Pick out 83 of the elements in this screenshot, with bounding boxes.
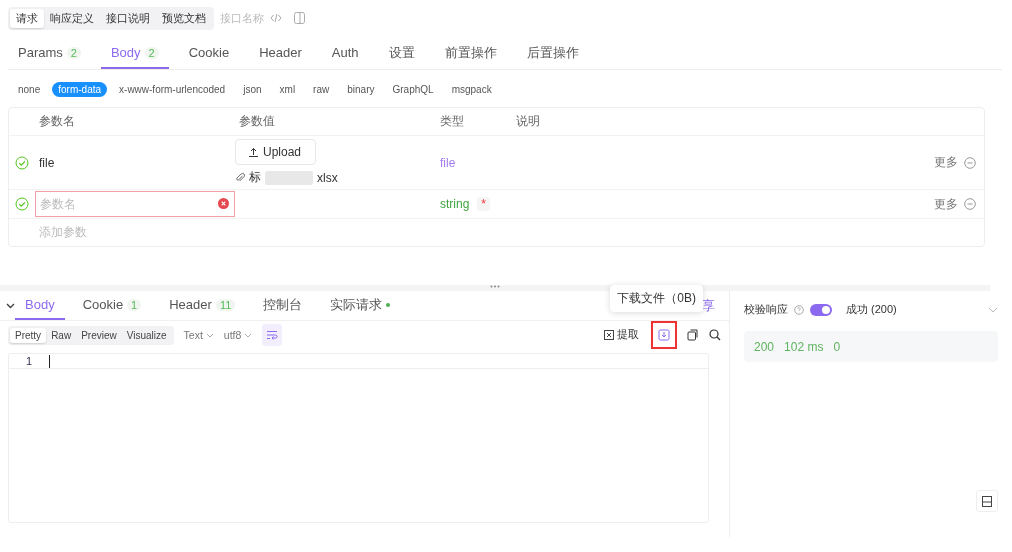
- format-dropdown[interactable]: Text: [183, 329, 214, 341]
- response-tab[interactable]: 实际请求: [320, 291, 401, 320]
- top-tab[interactable]: 接口说明: [100, 8, 156, 28]
- type-value: string: [440, 197, 470, 211]
- param-name: file: [39, 155, 56, 170]
- status-code: 200: [754, 339, 775, 354]
- validate-toggle[interactable]: [810, 303, 832, 316]
- clear-error-icon[interactable]: [218, 198, 229, 209]
- paperclip-icon: [235, 172, 245, 183]
- check-circle-icon[interactable]: [15, 197, 29, 211]
- top-tab[interactable]: 预览文档: [156, 8, 212, 28]
- request-tab[interactable]: 后置操作: [516, 38, 589, 69]
- param-name-field[interactable]: 参数名: [35, 191, 235, 217]
- response-size: 0: [833, 339, 841, 354]
- view-mode-tab[interactable]: Preview: [76, 327, 122, 343]
- remove-icon[interactable]: [964, 156, 976, 169]
- response-tab[interactable]: Cookie 1: [72, 291, 152, 320]
- dock-icon: [982, 495, 992, 507]
- check-circle-icon[interactable]: [15, 155, 29, 170]
- wrap-lines-icon: [266, 330, 279, 340]
- dock-button[interactable]: [976, 490, 998, 512]
- body-type-option[interactable]: none: [12, 81, 47, 97]
- count-badge: 2: [66, 46, 81, 59]
- remove-icon[interactable]: [964, 198, 976, 210]
- line-number: 1: [24, 355, 34, 367]
- more-link[interactable]: 更多: [934, 154, 958, 171]
- file-extension: xlsx: [317, 170, 338, 185]
- body-type-option[interactable]: binary: [341, 81, 381, 97]
- body-type-option[interactable]: msgpack: [445, 81, 498, 97]
- help-icon[interactable]: [794, 304, 804, 315]
- code-editor[interactable]: 1: [8, 353, 709, 523]
- upload-icon: [248, 146, 259, 158]
- body-type-option[interactable]: x-www-form-urlencoded: [113, 81, 232, 97]
- collapse-chevron-icon[interactable]: [6, 302, 15, 309]
- top-tab[interactable]: 响应定义: [44, 8, 100, 28]
- chevron-down-icon: [205, 332, 214, 338]
- column-header: 类型: [440, 113, 465, 130]
- copy-icon[interactable]: [687, 329, 699, 341]
- request-tab[interactable]: Params 2: [8, 38, 91, 69]
- request-tab[interactable]: 设置: [378, 38, 425, 69]
- chevron-down-icon: [244, 332, 253, 338]
- column-header: 说明: [516, 113, 541, 130]
- extract-icon: [604, 330, 614, 340]
- chevron-down-icon[interactable]: [988, 306, 998, 313]
- file-name: 标: [249, 169, 261, 186]
- more-link[interactable]: 更多: [934, 195, 958, 213]
- panel-icon[interactable]: [294, 12, 305, 24]
- request-tab[interactable]: Auth: [321, 38, 369, 69]
- share-link[interactable]: 享: [702, 296, 715, 315]
- count-badge: 1: [127, 298, 142, 311]
- code-icon[interactable]: [270, 13, 282, 23]
- response-tab[interactable]: Body: [15, 291, 65, 320]
- column-header: 参数名: [39, 113, 76, 130]
- request-tab[interactable]: Header: [249, 38, 312, 69]
- response-time: 102 ms: [784, 339, 824, 354]
- drag-handle-icon[interactable]: [490, 285, 500, 288]
- download-icon[interactable]: [658, 329, 670, 341]
- search-icon[interactable]: [709, 329, 721, 341]
- view-mode-tab[interactable]: Visualize: [121, 327, 172, 343]
- top-tab[interactable]: 请求: [10, 8, 44, 28]
- body-type-option[interactable]: json: [237, 81, 268, 97]
- count-badge: 11: [215, 298, 236, 311]
- required-mark: *: [477, 197, 490, 211]
- upload-button[interactable]: Upload: [235, 139, 316, 165]
- response-tab[interactable]: Header 11: [159, 291, 246, 320]
- encoding-dropdown[interactable]: utf8: [223, 329, 253, 341]
- body-type-option[interactable]: raw: [307, 81, 336, 97]
- count-badge: 2: [144, 46, 159, 59]
- request-tab[interactable]: Body 2: [100, 38, 169, 69]
- validate-label: 校验响应: [744, 302, 788, 317]
- column-header: 参数值: [239, 113, 276, 130]
- request-tab[interactable]: 前置操作: [434, 38, 507, 69]
- request-tab[interactable]: Cookie: [178, 38, 240, 69]
- extract-button[interactable]: 提取: [602, 326, 641, 344]
- validation-result: 成功 (200): [846, 302, 897, 317]
- type-value: file: [440, 155, 457, 170]
- body-type-option[interactable]: GraphQL: [386, 81, 440, 97]
- tooltip: 下载文件（0B): [610, 285, 703, 312]
- view-mode-tab[interactable]: Raw: [46, 327, 77, 343]
- response-tab[interactable]: 控制台: [253, 291, 313, 320]
- body-type-option[interactable]: xml: [273, 81, 302, 97]
- view-mode-tab[interactable]: Pretty: [10, 327, 47, 343]
- wrap-lines-button[interactable]: [262, 324, 283, 346]
